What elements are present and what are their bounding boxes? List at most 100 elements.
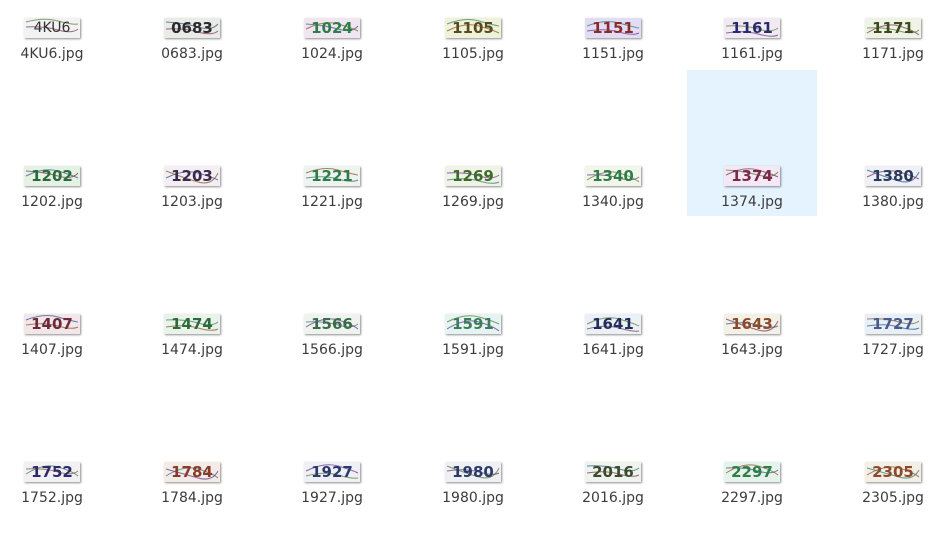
captcha-thumbnail: 1203 (164, 166, 220, 186)
captcha-text: 1203 (171, 167, 213, 185)
file-item[interactable]: 1591 1591.jpg (408, 218, 538, 364)
captcha-text: 1269 (452, 167, 494, 185)
file-name-label: 2305.jpg (862, 490, 924, 506)
captcha-text: 1374 (731, 167, 773, 185)
captcha-thumbnail: 1171 (865, 18, 921, 38)
file-item[interactable]: 2016 2016.jpg (548, 366, 678, 512)
captcha-text: 1171 (872, 19, 914, 37)
file-item[interactable]: 1474 1474.jpg (127, 218, 257, 364)
captcha-thumbnail: 0683 (164, 18, 220, 38)
captcha-thumbnail: 1269 (445, 166, 501, 186)
captcha-text: 0683 (171, 19, 213, 37)
file-name-label: 0683.jpg (161, 46, 223, 62)
file-item[interactable]: 1380 1380.jpg (828, 70, 951, 216)
captcha-text: 1474 (171, 315, 213, 333)
captcha-text: 2305 (872, 463, 914, 481)
captcha-thumbnail: 1727 (865, 314, 921, 334)
captcha-thumbnail: 1151 (585, 18, 641, 38)
file-item[interactable]: 1407 1407.jpg (0, 218, 117, 364)
captcha-text: 1105 (452, 19, 494, 37)
captcha-text: 1927 (311, 463, 353, 481)
file-item[interactable]: 1151 1151.jpg (548, 0, 678, 68)
file-name-label: 1161.jpg (721, 46, 783, 62)
file-name-label: 1784.jpg (161, 490, 223, 506)
file-item[interactable]: 0683 0683.jpg (127, 0, 257, 68)
captcha-thumbnail: 1161 (724, 18, 780, 38)
captcha-text: 1161 (731, 19, 773, 37)
file-item[interactable]: 1171 1171.jpg (828, 0, 951, 68)
file-item[interactable]: 1727 1727.jpg (828, 218, 951, 364)
file-name-label: 1151.jpg (582, 46, 644, 62)
file-name-label: 4KU6.jpg (20, 46, 84, 62)
captcha-thumbnail: 1474 (164, 314, 220, 334)
captcha-text: 1024 (311, 19, 353, 37)
file-name-label: 1221.jpg (301, 194, 363, 210)
file-icon-grid: 4KU6 4KU6.jpg 0683 0683.jpg 1024 1024.jpg 1105… (0, 0, 951, 537)
captcha-text: 4KU6 (33, 20, 71, 36)
file-item[interactable]: 1566 1566.jpg (267, 218, 397, 364)
captcha-thumbnail: 1591 (445, 314, 501, 334)
file-item[interactable]: 1784 1784.jpg (127, 366, 257, 512)
file-item[interactable]: 1024 1024.jpg (267, 0, 397, 68)
captcha-text: 1221 (311, 167, 353, 185)
file-name-label: 1105.jpg (442, 46, 504, 62)
captcha-text: 1202 (31, 167, 73, 185)
file-name-label: 1374.jpg (721, 194, 783, 210)
file-name-label: 1727.jpg (862, 342, 924, 358)
file-item[interactable]: 1927 1927.jpg (267, 366, 397, 512)
captcha-thumbnail: 2305 (865, 462, 921, 482)
captcha-thumbnail: 1643 (724, 314, 780, 334)
file-name-label: 1980.jpg (442, 490, 504, 506)
captcha-text: 1407 (31, 315, 73, 333)
file-item[interactable]: 1752 1752.jpg (0, 366, 117, 512)
file-item[interactable]: 1203 1203.jpg (127, 70, 257, 216)
captcha-thumbnail: 4KU6 (24, 18, 80, 38)
captcha-thumbnail: 1024 (304, 18, 360, 38)
captcha-thumbnail: 1380 (865, 166, 921, 186)
file-item[interactable]: 1269 1269.jpg (408, 70, 538, 216)
captcha-thumbnail: 1641 (585, 314, 641, 334)
captcha-thumbnail: 1752 (24, 462, 80, 482)
file-name-label: 1269.jpg (442, 194, 504, 210)
captcha-text: 1784 (171, 463, 213, 481)
captcha-thumbnail: 1374 (724, 166, 780, 186)
captcha-thumbnail: 1105 (445, 18, 501, 38)
file-name-label: 1927.jpg (301, 490, 363, 506)
captcha-text: 1566 (311, 315, 353, 333)
file-name-label: 1024.jpg (301, 46, 363, 62)
file-name-label: 1643.jpg (721, 342, 783, 358)
file-item[interactable]: 2297 2297.jpg (687, 366, 817, 512)
file-name-label: 1591.jpg (442, 342, 504, 358)
captcha-thumbnail: 1980 (445, 462, 501, 482)
captcha-thumbnail: 1927 (304, 462, 360, 482)
file-item[interactable]: 1105 1105.jpg (408, 0, 538, 68)
captcha-thumbnail: 2297 (724, 462, 780, 482)
file-name-label: 1752.jpg (21, 490, 83, 506)
captcha-text: 1752 (31, 463, 73, 481)
captcha-text: 1980 (452, 463, 494, 481)
file-item[interactable]: 1202 1202.jpg (0, 70, 117, 216)
file-name-label: 1202.jpg (21, 194, 83, 210)
captcha-text: 1727 (872, 315, 914, 333)
file-name-label: 1474.jpg (161, 342, 223, 358)
captcha-thumbnail: 1784 (164, 462, 220, 482)
captcha-thumbnail: 2016 (585, 462, 641, 482)
file-name-label: 1566.jpg (301, 342, 363, 358)
file-item[interactable]: 1161 1161.jpg (687, 0, 817, 68)
file-item[interactable]: 4KU6 4KU6.jpg (0, 0, 117, 68)
captcha-thumbnail: 1566 (304, 314, 360, 334)
file-item[interactable]: 1643 1643.jpg (687, 218, 817, 364)
captcha-thumbnail: 1407 (24, 314, 80, 334)
file-name-label: 2297.jpg (721, 490, 783, 506)
file-item[interactable]: 1221 1221.jpg (267, 70, 397, 216)
captcha-text: 1643 (731, 315, 773, 333)
captcha-text: 1641 (592, 315, 634, 333)
captcha-text: 2297 (731, 463, 773, 481)
file-item[interactable]: 1980 1980.jpg (408, 366, 538, 512)
file-name-label: 1641.jpg (582, 342, 644, 358)
captcha-text: 1380 (872, 167, 914, 185)
file-item[interactable]: 1374 1374.jpg (687, 70, 817, 216)
file-item[interactable]: 2305 2305.jpg (828, 366, 951, 512)
file-item[interactable]: 1641 1641.jpg (548, 218, 678, 364)
file-item[interactable]: 1340 1340.jpg (548, 70, 678, 216)
